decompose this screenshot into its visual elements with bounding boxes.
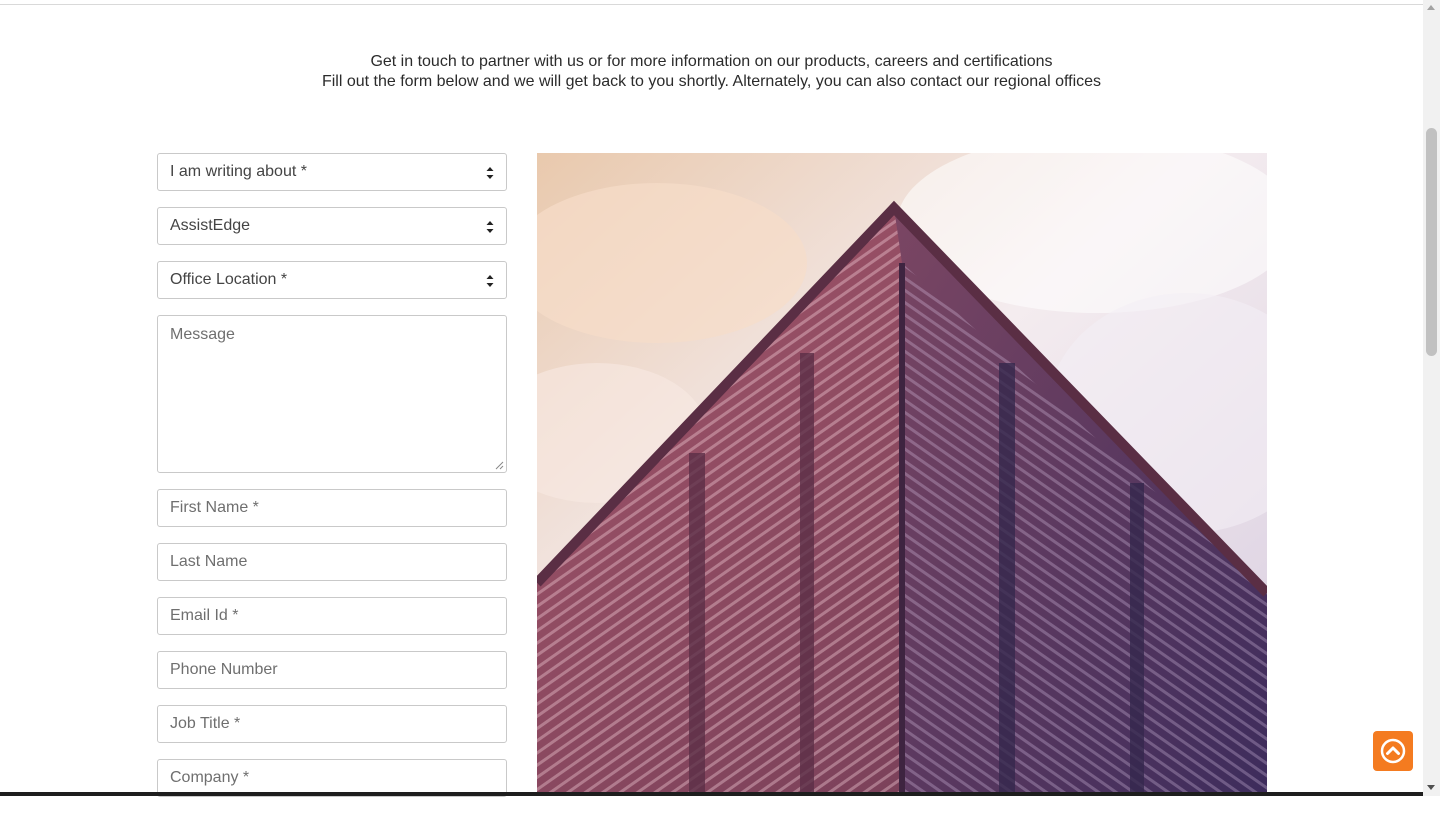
message-textarea[interactable]: Message (157, 315, 507, 473)
product-select[interactable]: AssistEdge (157, 207, 507, 245)
select-arrows-icon (486, 275, 494, 287)
scroll-thumb[interactable] (1426, 128, 1437, 356)
scroll-to-top-button[interactable] (1373, 731, 1413, 771)
product-select-value: AssistEdge (170, 217, 251, 234)
job-title-input[interactable]: Job Title * (157, 705, 507, 743)
top-border (0, 0, 1423, 5)
phone-input[interactable]: Phone Number (157, 651, 507, 689)
first-name-placeholder: First Name * (170, 499, 259, 516)
select-arrows-icon (486, 167, 494, 179)
arrow-up-circle-icon (1380, 738, 1406, 764)
topic-select[interactable]: I am writing about * (157, 153, 507, 191)
first-name-input[interactable]: First Name * (157, 489, 507, 527)
topic-select-value: I am writing about * (170, 163, 307, 180)
bottom-edge (0, 792, 1423, 796)
intro-line-1: Get in touch to partner with us or for m… (370, 53, 1053, 70)
resize-handle-icon[interactable] (495, 461, 504, 470)
location-select[interactable]: Office Location * (157, 261, 507, 299)
building-illustration (537, 153, 1267, 796)
scroll-up-icon[interactable] (1427, 5, 1435, 10)
phone-placeholder: Phone Number (170, 661, 278, 678)
location-select-value: Office Location * (170, 271, 288, 288)
page-scrollbar[interactable] (1423, 0, 1440, 796)
contact-form: I am writing about * AssistEdge Office L… (157, 153, 507, 813)
scroll-down-icon[interactable] (1427, 785, 1435, 790)
intro-line-2: Fill out the form below and we will get … (321, 73, 1102, 90)
last-name-input[interactable]: Last Name (157, 543, 507, 581)
building-photo (537, 153, 1267, 796)
intro-text: Get in touch to partner with us or for m… (0, 52, 1423, 92)
company-placeholder: Company * (170, 769, 250, 786)
job-title-placeholder: Job Title * (170, 715, 241, 732)
last-name-placeholder: Last Name (170, 553, 248, 570)
email-input[interactable]: Email Id * (157, 597, 507, 635)
select-arrows-icon (486, 221, 494, 233)
message-placeholder: Message (170, 326, 235, 343)
email-placeholder: Email Id * (170, 607, 239, 624)
